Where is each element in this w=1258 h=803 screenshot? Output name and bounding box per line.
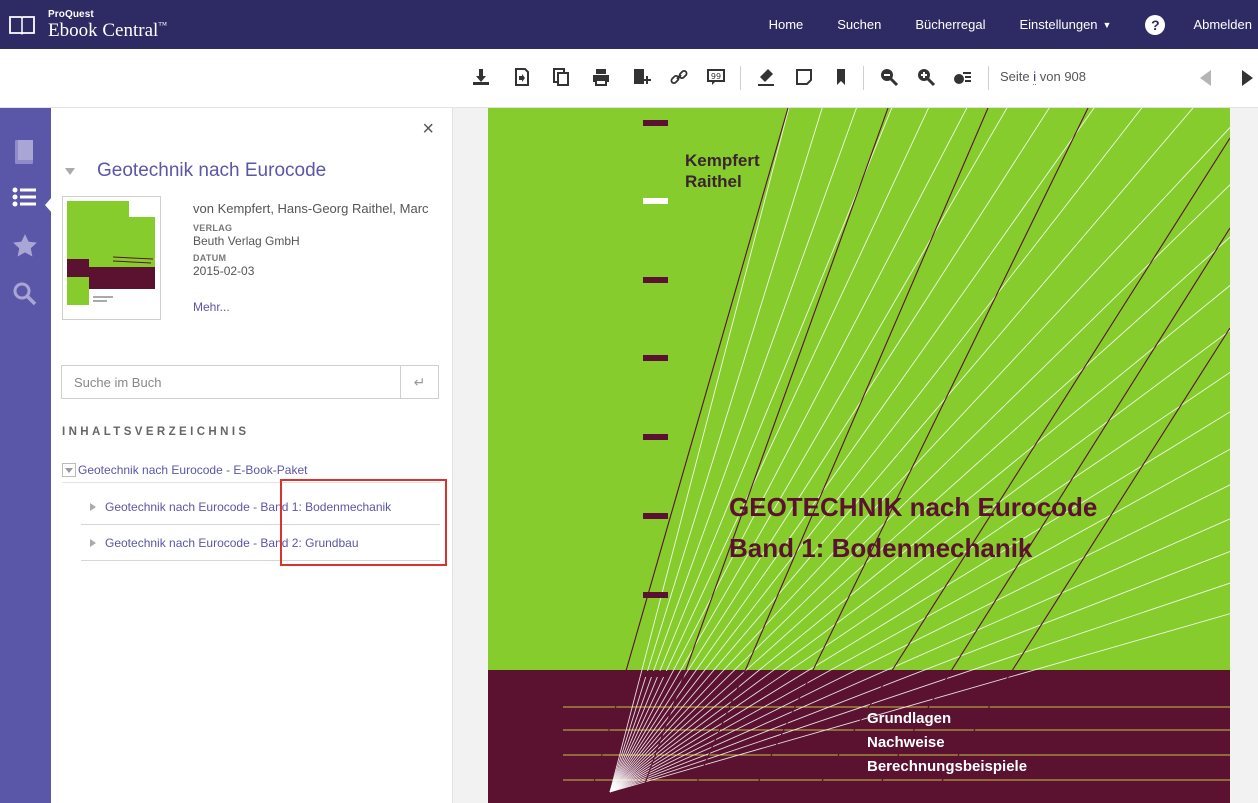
- pages-icon[interactable]: [550, 66, 572, 88]
- cover-tick: [643, 671, 668, 677]
- search-in-book-input[interactable]: [62, 366, 400, 398]
- cover-artwork: [488, 108, 1230, 803]
- previous-page-icon[interactable]: [1200, 70, 1211, 86]
- download-icon[interactable]: [470, 66, 492, 88]
- nav-help[interactable]: ?: [1131, 14, 1179, 35]
- top-navigation-bar: ProQuest Ebook Central™ Home Suchen Büch…: [0, 0, 1258, 49]
- nav-home[interactable]: Home: [755, 17, 824, 32]
- cover-tick: [643, 592, 668, 598]
- table-of-contents-icon[interactable]: [9, 181, 41, 213]
- book-page-cover: Kempfert Raithel GEOTECHNIK nach Eurocod…: [488, 108, 1230, 803]
- open-book-icon: [9, 16, 35, 35]
- book-header: Geotechnik nach Eurocode: [65, 160, 326, 182]
- zoom-out-icon[interactable]: [878, 66, 900, 88]
- citation-icon[interactable]: 99: [705, 66, 727, 88]
- page-indicator[interactable]: Seite i von 908: [1000, 69, 1087, 85]
- cover-title-line-2: Band 1: Bodenmechanik: [729, 533, 1033, 563]
- toolbar-divider: [863, 66, 864, 90]
- collapse-toggle-icon[interactable]: [62, 463, 76, 477]
- book-author: von Kempfert, Hans-Georg Raithel, Marc: [193, 201, 429, 216]
- cover-tick: [643, 434, 668, 440]
- print-icon[interactable]: [590, 66, 612, 88]
- side-icon-rail: [0, 108, 52, 803]
- toolbar-divider: [988, 66, 989, 90]
- page-prefix: Seite: [1000, 69, 1034, 84]
- cover-title-line-1: GEOTECHNIK nach Eurocode: [729, 492, 1098, 522]
- link-icon[interactable]: [668, 66, 690, 88]
- caret-down-icon: ▼: [1102, 19, 1112, 30]
- copy-icon[interactable]: [510, 66, 532, 88]
- toc-root-link[interactable]: Geotechnik nach Eurocode - E-Book-Paket: [78, 463, 307, 477]
- fit-page-icon[interactable]: [952, 66, 974, 88]
- cover-subtitle: Nachweise: [867, 734, 945, 751]
- svg-text:99: 99: [711, 72, 721, 81]
- panel-gutter: [452, 108, 488, 803]
- book-info-icon[interactable]: [9, 136, 41, 168]
- next-page-icon[interactable]: [1242, 70, 1253, 86]
- date-value: 2015-02-03: [193, 264, 255, 278]
- cover-author-1: Kempfert: [685, 151, 760, 170]
- expand-toggle-icon[interactable]: [90, 538, 96, 547]
- page-total: von 908: [1036, 69, 1087, 84]
- toolbar-divider: [740, 66, 741, 90]
- bookmark-icon[interactable]: [830, 66, 852, 88]
- nav-search[interactable]: Suchen: [823, 17, 901, 32]
- book-metadata: von Kempfert, Hans-Georg Raithel, Marc V…: [193, 199, 433, 314]
- cover-tick: [643, 513, 668, 519]
- cover-tick: [643, 198, 668, 204]
- help-icon: ?: [1145, 14, 1166, 35]
- book-details-panel: × Geotechnik nach Eurocode von Kempfert,…: [51, 108, 452, 803]
- nav-bookshelf[interactable]: Bücherregal: [901, 17, 1005, 32]
- cover-tick: [643, 120, 668, 126]
- cover-author-2: Raithel: [685, 172, 742, 191]
- brand-logo[interactable]: ProQuest Ebook Central™: [8, 6, 167, 44]
- search-in-book: ↵: [61, 365, 439, 399]
- book-cover-thumbnail: [62, 196, 161, 320]
- page-right-gutter: [1230, 108, 1258, 803]
- publisher-label: VERLAG: [193, 223, 233, 233]
- add-to-shelf-icon[interactable]: [630, 66, 652, 88]
- more-link[interactable]: Mehr...: [193, 300, 433, 314]
- collapse-toggle-icon[interactable]: [65, 167, 75, 175]
- note-icon[interactable]: [793, 66, 815, 88]
- brand-proquest: ProQuest: [48, 9, 94, 20]
- highlight-annotation-box: [280, 479, 447, 566]
- book-title[interactable]: Geotechnik nach Eurocode: [97, 160, 326, 182]
- nav-settings[interactable]: Einstellungen ▼: [1005, 17, 1131, 32]
- date-label: DATUM: [193, 253, 227, 263]
- nav-logout[interactable]: Abmelden: [1179, 17, 1258, 32]
- enter-icon[interactable]: ↵: [400, 366, 438, 398]
- cover-tick: [643, 355, 668, 361]
- cover-subtitle: Grundlagen: [867, 710, 952, 727]
- publisher-value: Beuth Verlag GmbH: [193, 234, 300, 248]
- zoom-in-icon[interactable]: [915, 66, 937, 88]
- cover-tick: [643, 277, 668, 283]
- brand-ebook-central: Ebook Central™: [48, 20, 168, 41]
- cover-subtitle: Berechnungsbeispiele: [867, 758, 1028, 775]
- favorites-star-icon[interactable]: [9, 230, 41, 262]
- cover-band: [488, 670, 1230, 803]
- search-icon[interactable]: [9, 278, 41, 310]
- main-nav: Home Suchen Bücherregal Einstellungen ▼ ?…: [755, 0, 1258, 49]
- expand-toggle-icon[interactable]: [90, 502, 96, 511]
- toc-heading: INHALTSVERZEICHNIS: [62, 426, 250, 438]
- highlight-icon[interactable]: [755, 66, 777, 88]
- close-panel-button[interactable]: ×: [422, 118, 434, 141]
- reader-toolbar: 99 Seite i von 908: [0, 49, 1258, 108]
